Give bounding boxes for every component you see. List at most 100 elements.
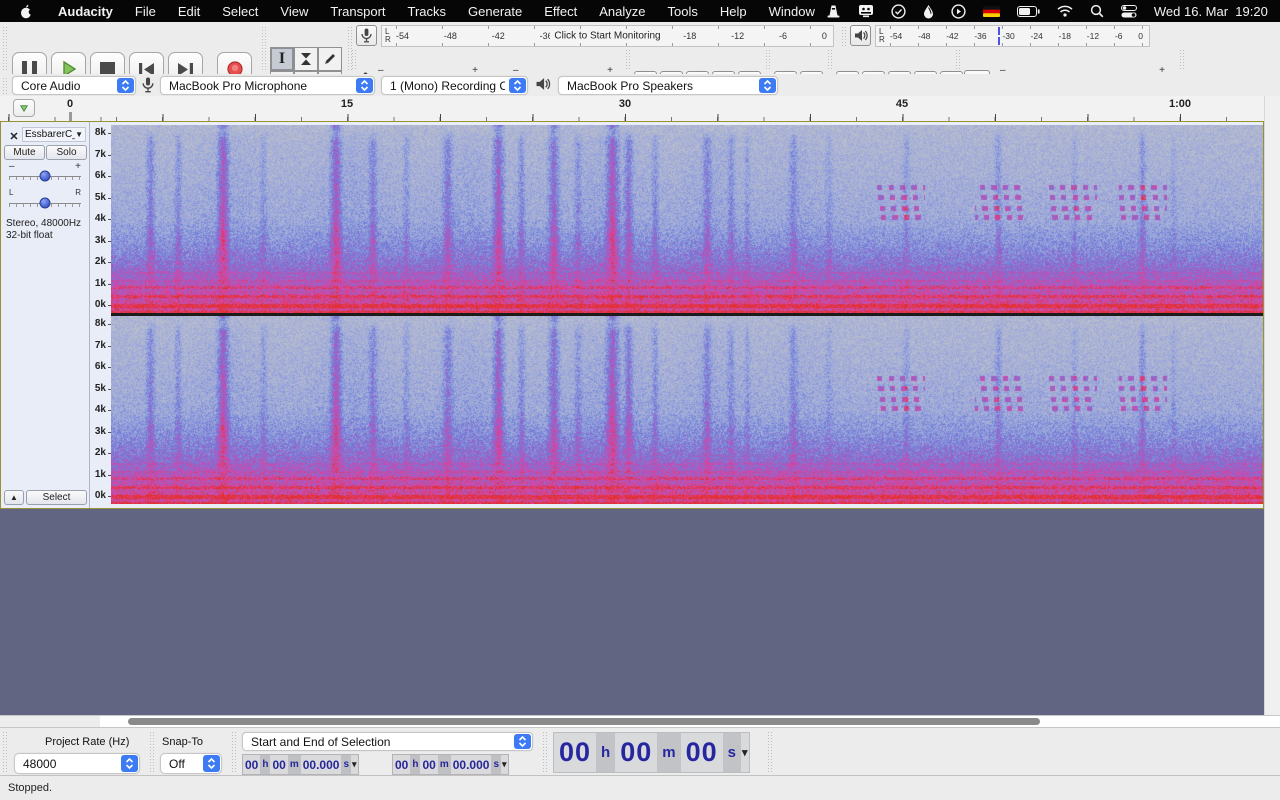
toolbar-grip[interactable]: [626, 49, 630, 69]
position-hours[interactable]: 00: [554, 733, 596, 772]
horizontal-scrollbar-thumb[interactable]: [128, 718, 1040, 725]
workspace-background[interactable]: [0, 509, 1280, 715]
toolbar-grip[interactable]: [543, 732, 547, 772]
pin-triangle-icon: [20, 103, 28, 114]
menu-view[interactable]: View: [269, 4, 319, 19]
time-format-arrow[interactable]: [501, 755, 508, 774]
toolbar-grip[interactable]: [352, 49, 356, 69]
position-minutes[interactable]: 00: [615, 733, 657, 772]
toolbar-grip[interactable]: [768, 732, 772, 772]
menu-transport[interactable]: Transport: [319, 4, 396, 19]
track-close-button[interactable]: ✕: [6, 128, 22, 144]
mute-button[interactable]: Mute: [4, 145, 45, 160]
toolbar-dock: I ↔ ✱ L R -54-48-42-36-30-24-18-12-60 Cl…: [0, 22, 1280, 75]
spotlight-search-icon[interactable]: [1090, 4, 1104, 18]
time-format-arrow[interactable]: [351, 755, 358, 774]
audio-position-display[interactable]: 00h00m00s: [553, 732, 750, 773]
recording-meter[interactable]: L R -54-48-42-36-30-24-18-12-60 Click to…: [356, 25, 834, 47]
snap-to-select[interactable]: Off: [160, 753, 222, 774]
collapse-track-button[interactable]: ▲: [4, 490, 24, 505]
playback-device-select[interactable]: MacBook Pro Speakers: [558, 76, 778, 95]
german-flag-icon[interactable]: [983, 6, 1000, 17]
selection-start-field[interactable]: 00h00m00.000s: [242, 754, 359, 775]
spectrogram-channel-left[interactable]: [111, 125, 1263, 313]
toolbar-grip[interactable]: [3, 76, 7, 94]
recording-meter-button[interactable]: [356, 25, 377, 46]
menu-file[interactable]: File: [124, 4, 167, 19]
slider-thumb[interactable]: [40, 198, 51, 209]
track-select-button[interactable]: Select: [26, 490, 87, 505]
toolbar-grip[interactable]: [842, 26, 846, 46]
menu-effect[interactable]: Effect: [533, 4, 588, 19]
frequency-ruler-right[interactable]: 8k7k6k5k4k3k2k1k0k: [90, 316, 111, 504]
envelope-tool[interactable]: [294, 47, 318, 71]
unit-label: h: [260, 755, 270, 774]
start-monitoring-hint[interactable]: Click to Start Monitoring: [549, 30, 665, 43]
sel-end-minutes[interactable]: 00: [420, 755, 437, 774]
track-title-menu[interactable]: EssbarerC_2 ▼: [22, 127, 86, 142]
menu-tools[interactable]: Tools: [657, 4, 709, 19]
menu-audacity[interactable]: Audacity: [47, 4, 124, 19]
toolbar-grip[interactable]: [956, 49, 960, 69]
menu-select[interactable]: Select: [211, 4, 269, 19]
toolbar-grip[interactable]: [3, 26, 7, 70]
sel-end-seconds[interactable]: 00.000: [451, 755, 492, 774]
recording-device-select[interactable]: MacBook Pro Microphone: [160, 76, 375, 95]
frequency-ruler-left[interactable]: 8k7k6k5k4k3k2k1k0k: [90, 125, 111, 313]
toolbar-grip[interactable]: [3, 732, 7, 772]
toolbar-grip[interactable]: [232, 732, 236, 772]
project-rate-value: 48000: [23, 757, 117, 771]
audio-host-select[interactable]: Core Audio: [12, 76, 136, 95]
sel-start-seconds[interactable]: 00.000: [301, 755, 342, 774]
draw-tool[interactable]: [318, 47, 342, 71]
wifi-icon[interactable]: [1057, 5, 1073, 17]
toolbar-grip[interactable]: [766, 49, 770, 69]
playback-meter-button[interactable]: [850, 25, 871, 46]
stepper-icon: [509, 78, 526, 93]
stepper-icon: [117, 78, 134, 93]
menu-window[interactable]: Window: [758, 4, 826, 19]
slider-thumb[interactable]: [40, 171, 51, 182]
menu-help[interactable]: Help: [709, 4, 758, 19]
solo-button[interactable]: Solo: [46, 145, 87, 160]
apple-menu-icon[interactable]: [20, 4, 33, 19]
menubar-clock[interactable]: Wed 16. Mar 19:20: [1154, 4, 1268, 19]
timeline-ruler[interactable]: 0 15 30 45 1:00: [0, 96, 1264, 122]
vlc-cone-icon[interactable]: [826, 4, 841, 19]
recording-channels-select[interactable]: 1 (Mono) Recording C...: [381, 76, 528, 95]
track-gain-slider[interactable]: –+: [9, 170, 81, 182]
toolbar-grip[interactable]: [1180, 49, 1184, 69]
track-pan-slider[interactable]: LR: [9, 197, 81, 209]
time-format-arrow[interactable]: [741, 733, 749, 772]
app-window-icon[interactable]: [858, 4, 874, 18]
menu-analyze[interactable]: Analyze: [588, 4, 656, 19]
menu-edit[interactable]: Edit: [167, 4, 211, 19]
toolbar-grip[interactable]: [150, 732, 154, 772]
play-circle-icon[interactable]: [951, 4, 966, 19]
project-rate-select[interactable]: 48000: [14, 753, 140, 774]
selection-end-field[interactable]: 00h00m00.000s: [392, 754, 509, 775]
menu-generate[interactable]: Generate: [457, 4, 533, 19]
check-circle-icon[interactable]: [891, 4, 906, 19]
meter-scale: -54-48-42-36-30-24-18-12-60: [890, 26, 1143, 46]
menu-tracks[interactable]: Tracks: [397, 4, 458, 19]
ink-drop-icon[interactable]: [923, 4, 934, 19]
sel-start-hours[interactable]: 00: [243, 755, 260, 774]
position-seconds[interactable]: 00: [681, 733, 723, 772]
playback-meter[interactable]: L R -54-48-42-36-30-24-18-12-60: [850, 25, 1150, 47]
audio-host-value: Core Audio: [21, 79, 113, 93]
battery-icon[interactable]: [1017, 6, 1040, 17]
horizontal-scrollbar[interactable]: [0, 715, 1280, 727]
selection-tool[interactable]: I: [270, 47, 294, 71]
control-center-icon[interactable]: [1121, 5, 1137, 18]
vertical-scrollbar[interactable]: [1264, 96, 1280, 715]
draw-tool-icon: [323, 52, 337, 66]
track-format-line2: 32-bit float: [6, 230, 53, 241]
sel-start-minutes[interactable]: 00: [270, 755, 287, 774]
snap-to-label: Snap-To: [162, 736, 203, 748]
toolbar-grip[interactable]: [828, 49, 832, 69]
selection-mode-select[interactable]: Start and End of Selection: [242, 732, 533, 751]
spectrogram-channel-right[interactable]: [111, 316, 1263, 504]
sel-end-hours[interactable]: 00: [393, 755, 410, 774]
toolbar-grip[interactable]: [262, 26, 266, 70]
